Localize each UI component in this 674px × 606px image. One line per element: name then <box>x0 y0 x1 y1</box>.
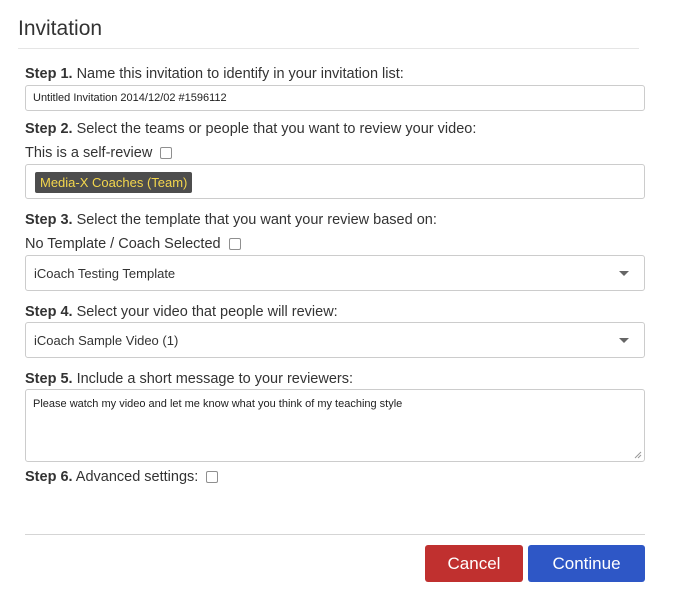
invitation-name-input[interactable]: Untitled Invitation 2014/12/02 #1596112 <box>25 85 645 111</box>
step2-number: Step 2. <box>25 121 73 137</box>
step2-text: Select the teams or people that you want… <box>72 121 477 137</box>
step5-label: Step 5. Include a short message to your … <box>25 371 353 387</box>
step4-text: Select your video that people will revie… <box>72 304 338 320</box>
video-select[interactable]: iCoach Sample Video (1) <box>25 322 645 358</box>
no-template-checkbox[interactable] <box>228 238 241 250</box>
step6-label: Step 6. Advanced settings: <box>25 469 198 485</box>
step1-text: Name this invitation to identify in your… <box>72 66 404 82</box>
title-divider <box>18 48 639 49</box>
step1-label: Step 1. Name this invitation to identify… <box>25 66 404 82</box>
self-review-label: This is a self-review <box>25 145 153 161</box>
step1-number: Step 1. <box>25 66 73 82</box>
step6-text: Advanced settings: <box>72 469 199 485</box>
page-title: Invitation <box>18 17 103 40</box>
step6-number: Step 6. <box>25 469 73 485</box>
message-value: Please watch my video and let me know wh… <box>33 398 403 410</box>
step5-number: Step 5. <box>25 371 73 387</box>
step4-label: Step 4. Select your video that people wi… <box>25 304 338 320</box>
step3-number: Step 3. <box>25 212 73 228</box>
chevron-down-icon <box>619 338 629 343</box>
video-select-value: iCoach Sample Video (1) <box>34 333 179 348</box>
advanced-settings-checkbox[interactable] <box>206 471 219 483</box>
step5-text: Include a short message to your reviewer… <box>72 371 354 387</box>
continue-button[interactable]: Continue <box>528 545 645 582</box>
chevron-down-icon <box>619 271 629 276</box>
self-review-checkbox[interactable] <box>160 147 173 159</box>
resize-grip-icon[interactable] <box>634 451 642 459</box>
step6-row: Step 6. Advanced settings: <box>25 469 219 485</box>
step3-label: Step 3. Select the template that you wan… <box>25 212 437 228</box>
step2-label: Step 2. Select the teams or people that … <box>25 121 476 137</box>
self-review-row: This is a self-review <box>25 145 173 161</box>
template-select[interactable]: iCoach Testing Template <box>25 255 645 291</box>
step4-number: Step 4. <box>25 304 73 320</box>
message-textarea[interactable]: Please watch my video and let me know wh… <box>25 389 645 462</box>
no-template-label: No Template / Coach Selected <box>25 236 221 252</box>
invitation-name-value: Untitled Invitation 2014/12/02 #1596112 <box>33 92 227 104</box>
footer-divider <box>25 534 645 535</box>
no-template-row: No Template / Coach Selected <box>25 236 241 252</box>
reviewer-tag[interactable]: Media-X Coaches (Team) <box>35 172 193 193</box>
cancel-button[interactable]: Cancel <box>425 545 523 582</box>
step3-text: Select the template that you want your r… <box>72 212 437 228</box>
template-select-value: iCoach Testing Template <box>34 266 176 281</box>
reviewers-input[interactable]: Media-X Coaches (Team) <box>25 164 645 199</box>
